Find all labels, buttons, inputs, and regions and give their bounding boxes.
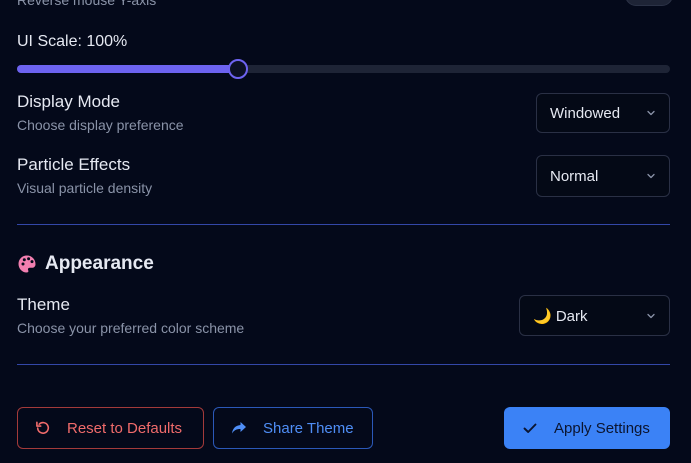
display-mode-subtitle: Choose display preference [17, 117, 184, 133]
undo-icon [36, 421, 50, 434]
share-button-label: Share Theme [263, 419, 354, 437]
settings-panel: Reverse mouse Y-axis UI Scale: 100% Disp… [0, 0, 691, 463]
display-mode-select[interactable]: Windowed [536, 93, 670, 133]
appearance-section-header: Appearance [17, 253, 154, 275]
particle-effects-subtitle: Visual particle density [17, 180, 153, 196]
palette-icon [18, 255, 36, 273]
particle-effects-select[interactable]: Normal [536, 155, 670, 197]
apply-button-label: Apply Settings [554, 419, 650, 437]
section-divider [17, 364, 670, 365]
invert-mouse-subtitle: Reverse mouse Y-axis [17, 0, 157, 8]
chevron-down-icon [647, 173, 655, 179]
chevron-down-icon [647, 110, 655, 116]
share-arrow-icon [232, 422, 246, 434]
display-mode-value: Windowed [550, 104, 621, 122]
ui-scale-label: UI Scale: 100% [17, 33, 128, 50]
display-mode-title: Display Mode [17, 92, 120, 111]
theme-subtitle: Choose your preferred color scheme [17, 320, 245, 336]
theme-select[interactable]: 🌙 Dark [519, 295, 670, 336]
chevron-down-icon [647, 313, 655, 318]
section-divider [17, 224, 670, 225]
reset-button-label: Reset to Defaults [67, 419, 183, 437]
theme-title: Theme [17, 295, 70, 314]
apply-settings-button[interactable]: Apply Settings [504, 407, 670, 449]
particle-effects-title: Particle Effects [17, 155, 131, 174]
ui-scale-slider-fill [17, 65, 238, 73]
invert-mouse-toggle[interactable] [625, 0, 673, 6]
ui-scale-slider[interactable] [17, 59, 670, 79]
appearance-section-title: Appearance [45, 253, 154, 274]
particle-effects-value: Normal [550, 167, 599, 185]
share-theme-button[interactable]: Share Theme [213, 407, 373, 449]
check-icon [523, 423, 537, 433]
ui-scale-slider-thumb[interactable] [227, 59, 248, 79]
theme-value: 🌙 Dark [533, 307, 588, 325]
reset-to-defaults-button[interactable]: Reset to Defaults [17, 407, 204, 449]
